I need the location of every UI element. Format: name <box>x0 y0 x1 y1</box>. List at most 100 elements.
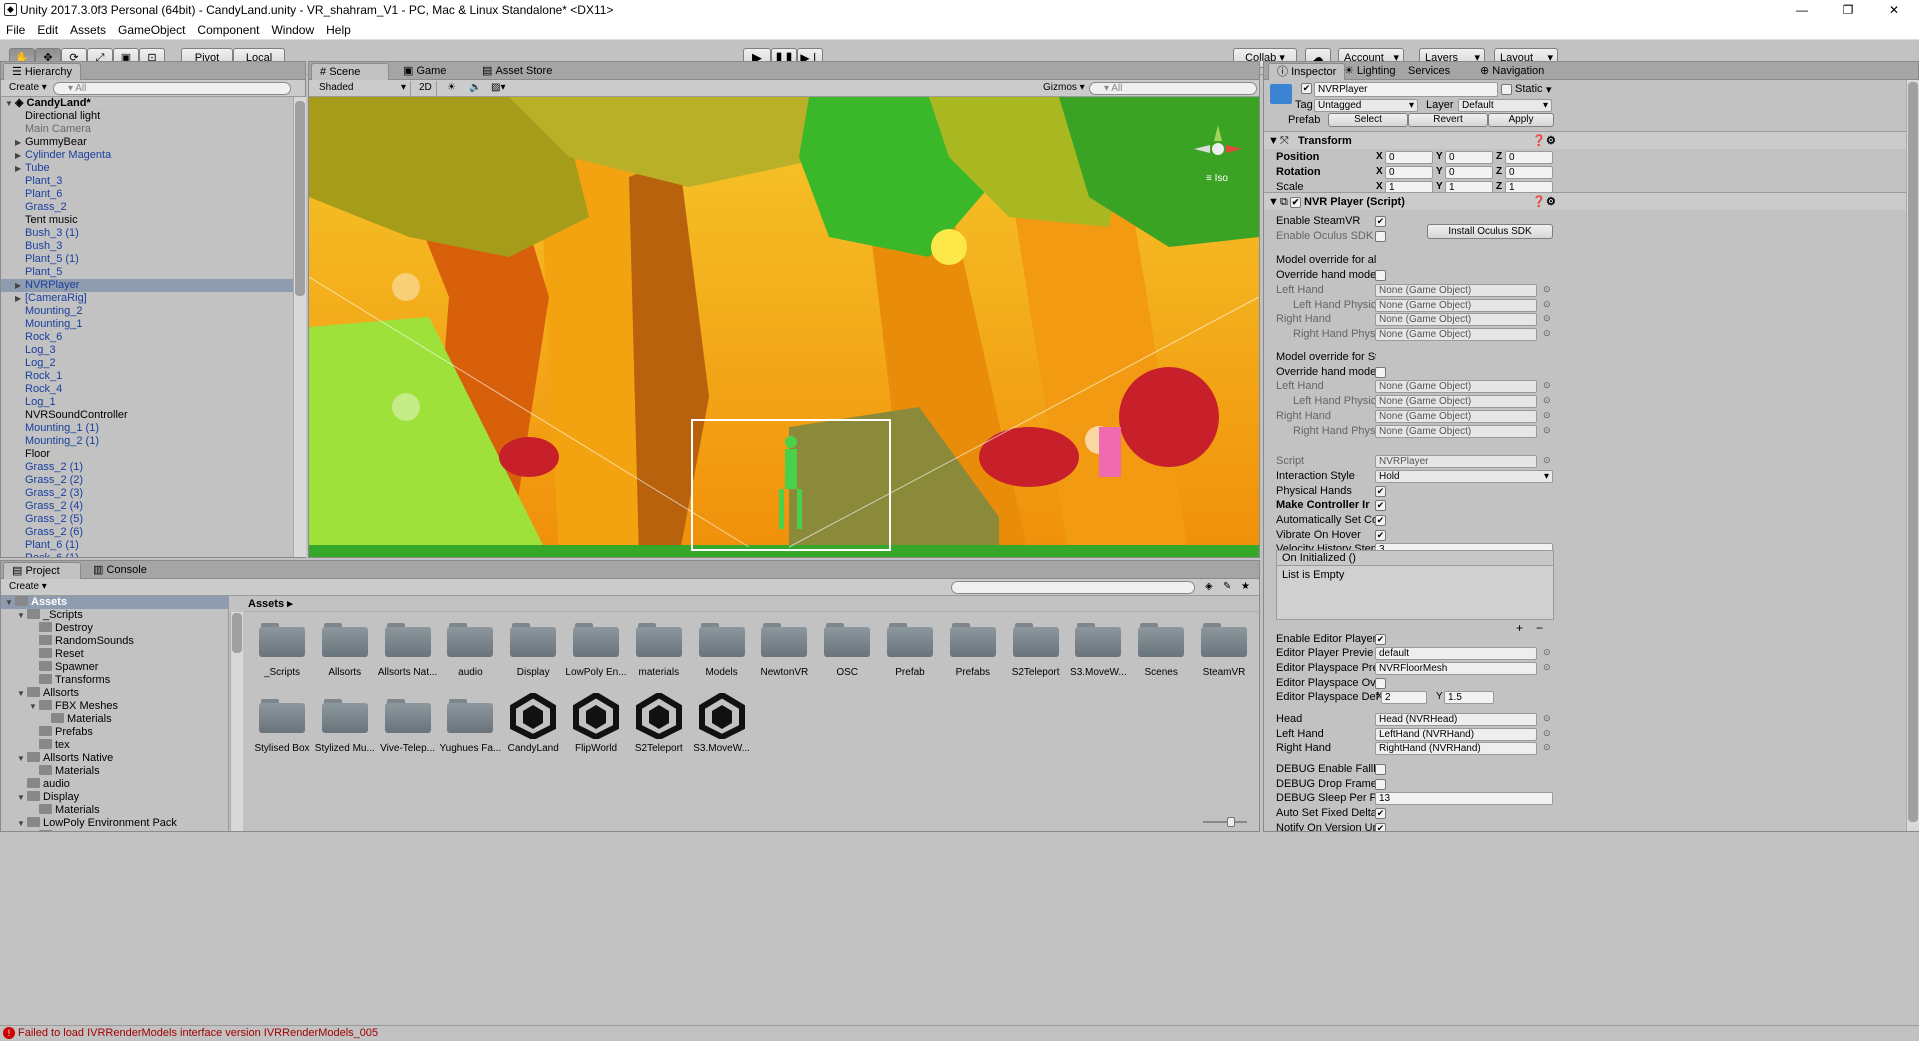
transform-rotation-z-input[interactable]: 0 <box>1505 166 1553 179</box>
menu-item-assets[interactable]: Assets <box>64 20 112 40</box>
project-tree-item[interactable]: RandomSounds <box>1 635 228 648</box>
component-enabled-checkbox[interactable]: ✔ <box>1290 197 1301 208</box>
project-tree-item[interactable]: ▼ Allsorts <box>1 687 228 700</box>
hierarchy-item[interactable]: Plant_3 <box>1 175 293 188</box>
inspector-checkbox[interactable]: ✔ <box>1375 500 1386 511</box>
asset-label[interactable]: _Scripts <box>249 667 315 678</box>
hierarchy-item[interactable]: Floor <box>1 448 293 461</box>
object-field[interactable]: None (Game Object) <box>1375 299 1537 312</box>
project-tree-item[interactable]: Demo <box>1 830 228 831</box>
folder-icon[interactable] <box>1138 621 1185 659</box>
hierarchy-item[interactable]: Rock_1 <box>1 370 293 383</box>
object-picker-icon[interactable]: ⊙ <box>1543 647 1551 658</box>
asset-label[interactable]: NewtonVR <box>751 667 817 678</box>
inspector-checkbox[interactable] <box>1375 231 1386 242</box>
hierarchy-item[interactable]: ▶ Tube <box>1 162 293 175</box>
inspector-checkbox[interactable] <box>1375 764 1386 775</box>
prefab-revert-button[interactable]: Revert <box>1408 113 1488 127</box>
hierarchy-item[interactable]: Tent music <box>1 214 293 227</box>
hierarchy-item[interactable]: Mounting_2 (1) <box>1 435 293 448</box>
hierarchy-item[interactable]: Log_3 <box>1 344 293 357</box>
object-field[interactable]: None (Game Object) <box>1375 425 1537 438</box>
tab-inspector[interactable]: ⓘ Inspector <box>1268 63 1346 80</box>
playspace-x-input[interactable]: 2 <box>1381 691 1427 704</box>
project-tree-item[interactable]: Spawner <box>1 661 228 674</box>
object-field[interactable]: None (Game Object) <box>1375 284 1537 297</box>
object-picker-icon[interactable]: ⊙ <box>1543 410 1551 421</box>
project-tree-item[interactable]: ▼ FBX Meshes <box>1 700 228 713</box>
project-create-button[interactable]: Create ▾ <box>5 580 51 595</box>
scene-search-input[interactable]: ▾ All <box>1089 82 1257 95</box>
object-field[interactable]: default <box>1375 647 1537 660</box>
menu-item-gameobject[interactable]: GameObject <box>112 20 191 40</box>
hierarchy-item[interactable]: Grass_2 (2) <box>1 474 293 487</box>
object-picker-icon[interactable]: ⊙ <box>1543 328 1551 339</box>
folder-icon[interactable] <box>1012 621 1059 659</box>
tag-dropdown[interactable]: Untagged ▾ <box>1314 99 1418 112</box>
gear-icon[interactable]: ⚙ <box>1546 132 1556 150</box>
asset-label[interactable]: Allsorts Nat... <box>375 667 441 678</box>
menu-item-help[interactable]: Help <box>320 20 357 40</box>
scene-audio-icon[interactable]: 🔈 <box>465 81 485 96</box>
asset-label[interactable]: S2Teleport <box>626 743 692 754</box>
hierarchy-item[interactable]: Mounting_2 <box>1 305 293 318</box>
remove-event-button[interactable]: − <box>1536 621 1543 635</box>
folder-icon[interactable] <box>1075 621 1122 659</box>
prefab-select-button[interactable]: Select <box>1328 113 1408 127</box>
static-dropdown-icon[interactable]: ▾ <box>1546 83 1552 96</box>
project-tree-item[interactable]: ▼ Display <box>1 791 228 804</box>
hierarchy-item[interactable]: Rock_4 <box>1 383 293 396</box>
object-field[interactable]: LeftHand (NVRHand) <box>1375 728 1537 741</box>
folder-icon[interactable] <box>698 621 745 659</box>
hierarchy-item[interactable]: ▶ NVRPlayer <box>1 279 293 292</box>
project-breadcrumb[interactable]: Assets ▸ <box>245 596 1261 612</box>
asset-label[interactable]: Stylised Box <box>249 743 315 754</box>
tab-hierarchy[interactable]: ☰ Hierarchy <box>3 63 81 80</box>
unity-scene-icon[interactable] <box>573 691 619 741</box>
menu-item-window[interactable]: Window <box>265 20 320 40</box>
asset-label[interactable]: OSC <box>814 667 880 678</box>
project-tree-item[interactable]: Materials <box>1 713 228 726</box>
menu-item-file[interactable]: File <box>0 20 31 40</box>
hierarchy-item[interactable]: Grass_2 <box>1 201 293 214</box>
unity-scene-icon[interactable] <box>698 691 745 741</box>
hierarchy-item[interactable]: ▶ [CameraRig] <box>1 292 293 305</box>
object-field[interactable]: None (Game Object) <box>1375 380 1537 393</box>
install-oculus-sdk-button[interactable]: Install Oculus SDK <box>1427 224 1553 239</box>
scene-root[interactable]: ▼ ◈ CandyLand* <box>5 97 91 110</box>
asset-label[interactable]: S2Teleport <box>1003 667 1069 678</box>
project-tree-item[interactable]: Materials <box>1 765 228 778</box>
asset-label[interactable]: FlipWorld <box>563 743 629 754</box>
hierarchy-item[interactable]: Grass_2 (1) <box>1 461 293 474</box>
asset-label[interactable]: Vive-Telep... <box>375 743 441 754</box>
filter-label-icon[interactable]: ✎ <box>1219 580 1235 595</box>
scene-orientation-gizmo[interactable] <box>1194 125 1242 173</box>
transform-header[interactable]: ▼ ⤧ Transform ❓ ⚙ <box>1264 131 1906 149</box>
transform-rotation-y-input[interactable]: 0 <box>1445 166 1493 179</box>
tab-game[interactable]: ▣ Game <box>395 63 454 80</box>
static-checkbox[interactable] <box>1501 84 1512 95</box>
hierarchy-item[interactable]: NVRSoundController <box>1 409 293 422</box>
unity-scene-icon[interactable] <box>510 691 557 741</box>
asset-label[interactable]: Allsorts <box>312 667 378 678</box>
asset-label[interactable]: materials <box>626 667 692 678</box>
project-tree-item[interactable]: tex <box>1 739 228 752</box>
unity-scene-icon[interactable] <box>635 691 682 741</box>
inspector-checkbox[interactable]: ✔ <box>1375 530 1386 541</box>
transform-rotation-x-input[interactable]: 0 <box>1385 166 1433 179</box>
tab-console[interactable]: ▥ Console <box>85 562 155 579</box>
object-picker-icon[interactable]: ⊙ <box>1543 299 1551 310</box>
folder-icon[interactable] <box>1201 621 1247 659</box>
transform-position-y-input[interactable]: 0 <box>1445 151 1493 164</box>
filter-type-icon[interactable]: ◈ <box>1201 580 1217 595</box>
hierarchy-item[interactable]: Bush_3 <box>1 240 293 253</box>
scrollbar-thumb[interactable] <box>295 101 305 296</box>
hierarchy-item[interactable]: Rock_6 (1) <box>1 552 293 557</box>
asset-label[interactable]: audio <box>437 667 503 678</box>
object-field[interactable]: NVRFloorMesh <box>1375 662 1537 675</box>
tab-navigation[interactable]: ⊕ Navigation <box>1472 63 1552 80</box>
object-picker-icon[interactable]: ⊙ <box>1543 455 1551 466</box>
add-event-button[interactable]: + <box>1516 621 1523 635</box>
object-picker-icon[interactable]: ⊙ <box>1543 425 1551 436</box>
hierarchy-item[interactable]: Mounting_1 <box>1 318 293 331</box>
